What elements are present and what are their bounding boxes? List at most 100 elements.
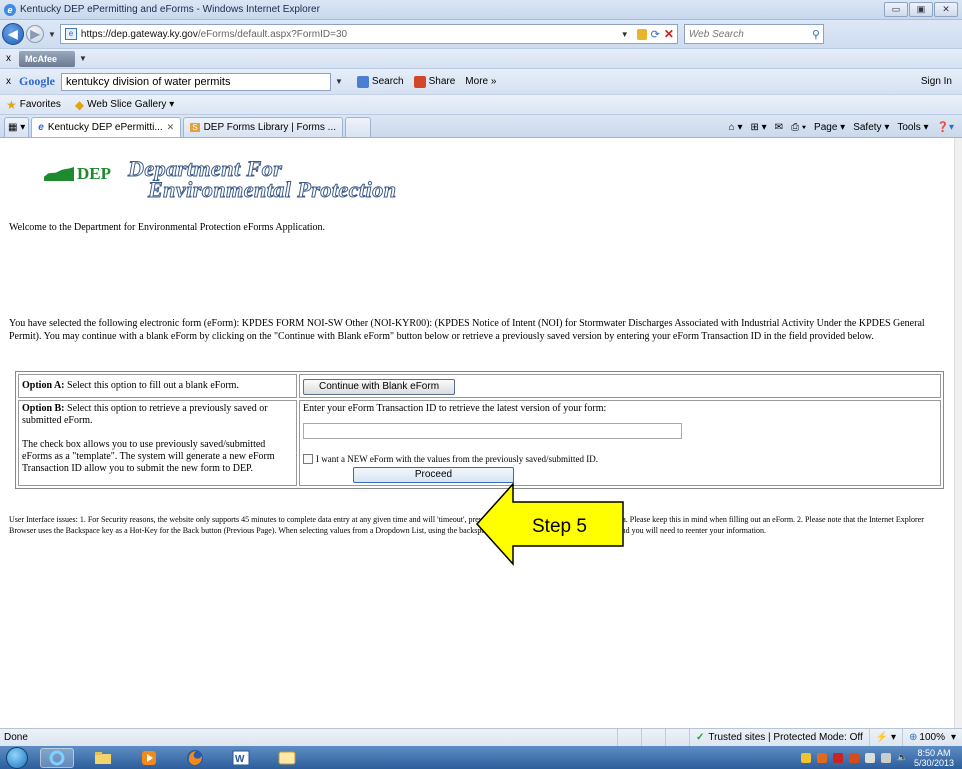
minimize-button[interactable]: ▭ — [884, 2, 908, 17]
start-button[interactable] — [6, 746, 28, 769]
taskbar-firefox-icon[interactable] — [178, 748, 212, 768]
options-table: Option A: Select this option to fill out… — [15, 371, 944, 489]
clock-time: 8:50 AM — [917, 747, 951, 758]
safety-menu[interactable]: Safety ▾ — [853, 122, 889, 133]
taskbar-ie-icon[interactable] — [40, 747, 74, 768]
option-a-label: Option A: — [22, 380, 65, 391]
share-icon — [413, 75, 426, 88]
status-text: Done — [4, 732, 28, 743]
google-close-icon[interactable]: x — [6, 76, 11, 87]
home-icon[interactable]: ⌂ ▾ — [729, 122, 743, 133]
google-sign-in-link[interactable]: Sign In — [921, 76, 962, 87]
tray-icon[interactable] — [848, 752, 859, 763]
new-eform-checkbox-label: I want a NEW eForm with the values from … — [316, 454, 599, 464]
flag-icon[interactable] — [864, 752, 875, 763]
tab-label: Kentucky DEP ePermitti... — [47, 122, 163, 133]
intro-text: You have selected the following electron… — [9, 318, 925, 342]
google-search-icon — [356, 75, 369, 88]
taskbar-explorer-icon[interactable] — [86, 748, 120, 768]
security-zone[interactable]: ✓ Trusted sites | Protected Mode: Off — [689, 728, 869, 747]
favorites-button[interactable]: Favorites — [20, 99, 61, 110]
tab-dep-forms-library[interactable]: S DEP Forms Library | Forms ... — [183, 117, 343, 137]
forward-button[interactable]: ▶ — [26, 25, 44, 43]
favorites-star-icon[interactable]: ★ — [6, 98, 17, 112]
tab-forms-icon: S — [190, 123, 200, 132]
taskbar-app-icon[interactable] — [270, 748, 304, 768]
history-dropdown-icon[interactable]: ▼ — [48, 30, 56, 39]
option-a-cell: Option A: Select this option to fill out… — [18, 374, 297, 398]
vertical-scrollbar[interactable] — [954, 138, 962, 728]
url-path: /eForms/default.aspx?FormID=30 — [197, 28, 348, 40]
clock[interactable]: 8:50 AM 5/30/2013 — [914, 748, 954, 768]
tools-menu[interactable]: Tools ▾ — [897, 122, 928, 133]
tab-label: DEP Forms Library | Forms ... — [203, 122, 336, 133]
web-search-field[interactable]: Web Search ⚲ — [683, 24, 824, 44]
mcafee-button[interactable]: McAfee — [19, 50, 75, 67]
print-icon[interactable]: ⎙ ▾ — [791, 122, 806, 133]
system-tray: 🔈 8:50 AM 5/30/2013 — [800, 748, 962, 768]
google-more-button[interactable]: More » — [465, 76, 496, 87]
favorites-bar: ★ Favorites ◆ Web Slice Gallery ▾ — [0, 94, 962, 114]
transaction-id-input[interactable] — [303, 423, 682, 439]
taskbar-media-icon[interactable] — [132, 748, 166, 768]
step-5-annotation: Step 5 — [475, 482, 624, 566]
new-eform-checkbox[interactable] — [303, 454, 313, 464]
clock-date: 5/30/2013 — [913, 757, 954, 768]
feeds-icon[interactable]: ⊞ ▾ — [750, 122, 766, 133]
back-button[interactable]: ◀ — [2, 23, 24, 45]
refresh-icon[interactable]: ⟳ — [651, 28, 660, 41]
taskbar: W 🔈 8:50 AM 5/30/2013 — [0, 746, 962, 769]
new-eform-checkbox-row: I want a NEW eForm with the values from … — [303, 453, 937, 465]
address-field[interactable]: e https://dep.gateway.ky.gov /eForms/def… — [59, 24, 678, 44]
web-slice-gallery-link[interactable]: Web Slice Gallery ▾ — [87, 99, 174, 110]
protected-mode-icon[interactable]: ⚡ ▾ — [868, 728, 902, 747]
option-b-action-cell: Enter your eForm Transaction ID to retri… — [299, 400, 941, 486]
mail-icon[interactable]: ✉ — [775, 122, 783, 133]
zoom-icon: ⊕ — [909, 732, 918, 743]
option-b-label: Option B: — [22, 403, 65, 414]
google-search-label: Search — [371, 76, 404, 87]
option-b-cell: Option B: Select this option to retrieve… — [18, 400, 297, 486]
dep-logo-word: DEP — [77, 164, 111, 183]
continue-blank-eform-button[interactable]: Continue with Blank eForm — [303, 379, 455, 395]
security-zone-label: Trusted sites | Protected Mode: Off — [708, 732, 863, 743]
google-share-button[interactable]: Share — [413, 75, 455, 88]
quick-tabs-button[interactable]: ▦ ▾ — [4, 117, 30, 137]
tab-ie-icon: e — [38, 122, 44, 133]
maximize-button[interactable]: ▣ — [909, 2, 933, 17]
mcafee-close-icon[interactable]: x — [6, 53, 11, 64]
zoom-control[interactable]: ⊕ 100% ▾ — [902, 728, 962, 747]
search-icon[interactable]: ⚲ — [812, 28, 823, 41]
address-dropdown-icon[interactable]: ▼ — [621, 30, 629, 39]
help-icon[interactable]: ❓▾ — [937, 122, 954, 133]
zoom-level: 100% — [919, 732, 945, 743]
mcafee-toolbar: x McAfee ▼ — [0, 48, 962, 68]
google-search-input[interactable]: kentukcy division of water permits — [61, 72, 331, 91]
dep-title: Department For Environmental Protection — [128, 157, 397, 201]
network-icon[interactable] — [880, 752, 891, 763]
window-title: Kentucky DEP ePermitting and eForms - Wi… — [20, 4, 320, 15]
google-search-button[interactable]: Search — [356, 75, 404, 88]
lock-icon[interactable] — [636, 28, 647, 40]
google-history-dropdown-icon[interactable]: ▼ — [335, 77, 343, 86]
step-5-label: Step 5 — [532, 516, 587, 537]
option-a-action-cell: Continue with Blank eForm — [299, 374, 941, 398]
transaction-id-prompt: Enter your eForm Transaction ID to retri… — [303, 403, 607, 414]
google-logo: Google — [19, 74, 55, 88]
tab-kentucky-dep[interactable]: e Kentucky DEP ePermitti... ✕ — [31, 117, 182, 137]
tray-icon[interactable] — [832, 752, 843, 763]
stop-icon[interactable]: ✕ — [664, 27, 674, 41]
zoom-dropdown-icon: ▾ — [950, 732, 956, 743]
tab-close-icon[interactable]: ✕ — [167, 122, 175, 133]
volume-icon[interactable]: 🔈 — [897, 752, 908, 763]
page-content: DEP Department For Environmental Protect… — [0, 138, 962, 728]
close-window-button[interactable]: ✕ — [934, 2, 958, 17]
web-search-placeholder: Web Search — [688, 28, 744, 40]
mcafee-dropdown-icon[interactable]: ▼ — [79, 54, 87, 63]
new-tab-button[interactable] — [345, 117, 371, 137]
page-menu[interactable]: Page ▾ — [814, 122, 845, 133]
tray-icon[interactable] — [800, 752, 811, 763]
tray-icon[interactable] — [816, 752, 827, 763]
taskbar-word-icon[interactable]: W — [224, 748, 258, 768]
window-controls: ▭ ▣ ✕ — [884, 2, 958, 17]
